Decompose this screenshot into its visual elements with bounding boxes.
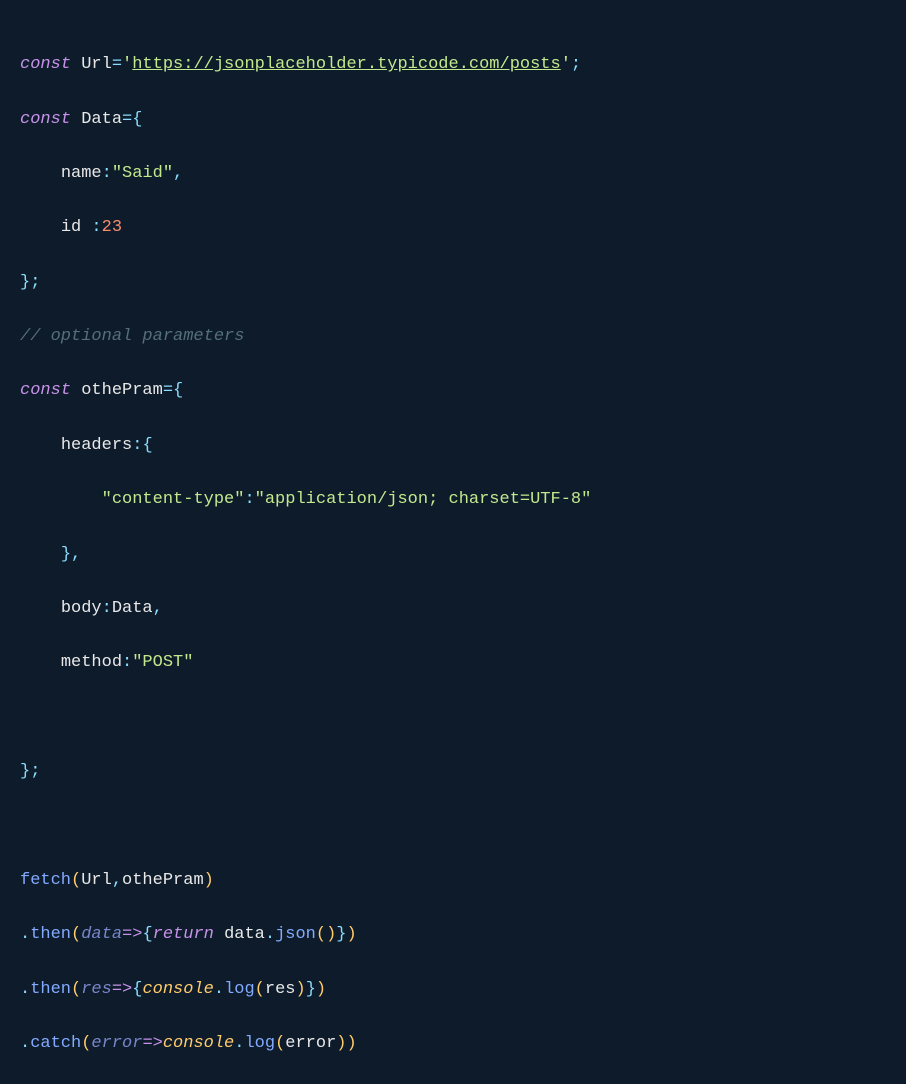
code-line-6: // optional parameters	[20, 323, 886, 350]
code-line-13	[20, 704, 886, 731]
code-block: const Url='https://jsonplaceholder.typic…	[20, 24, 886, 1084]
code-line-18: .then(res=>{console.log(res)})	[20, 976, 886, 1003]
code-line-7: const othePram={	[20, 377, 886, 404]
keyword-const: const	[20, 55, 71, 74]
code-line-8: headers:{	[20, 432, 886, 459]
code-line-5: };	[20, 269, 886, 296]
code-line-14: };	[20, 758, 886, 785]
code-line-12: method:"POST"	[20, 649, 886, 676]
code-line-10: },	[20, 541, 886, 568]
comment: // optional parameters	[20, 327, 244, 346]
code-line-2: const Data={	[20, 106, 886, 133]
code-line-16: fetch(Url,othePram)	[20, 867, 886, 894]
code-line-9: "content-type":"application/json; charse…	[20, 486, 886, 513]
code-line-11: body:Data,	[20, 595, 886, 622]
code-line-19: .catch(error=>console.log(error))	[20, 1030, 886, 1057]
code-line-1: const Url='https://jsonplaceholder.typic…	[20, 51, 886, 78]
code-line-15	[20, 812, 886, 839]
code-line-3: name:"Said",	[20, 160, 886, 187]
code-line-17: .then(data=>{return data.json()})	[20, 921, 886, 948]
code-line-4: id :23	[20, 214, 886, 241]
url-literal: https://jsonplaceholder.typicode.com/pos…	[132, 55, 560, 74]
